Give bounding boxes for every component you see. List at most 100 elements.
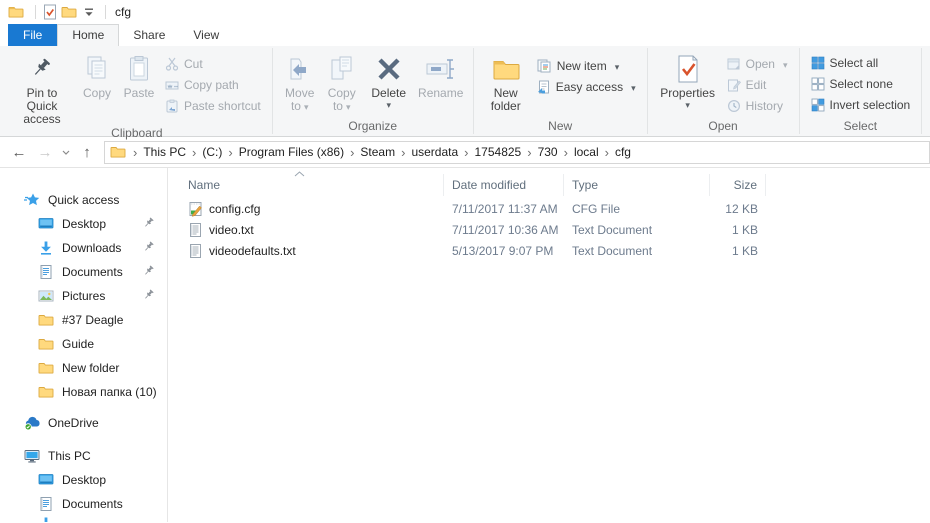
move-to-icon xyxy=(286,51,314,87)
paste-shortcut-icon xyxy=(165,99,179,113)
breadcrumb-chevron[interactable]: › xyxy=(524,142,534,163)
new-folder-button[interactable]: New folder xyxy=(480,49,532,113)
column-header-date-modified[interactable]: Date modified xyxy=(444,174,564,196)
titlebar-separator xyxy=(35,5,36,19)
file-row[interactable]: config.cfg 7/11/2017 11:37 AM CFG File 1… xyxy=(178,198,930,219)
breadcrumb-chevron[interactable]: › xyxy=(347,142,357,163)
sidebar-label: Guide xyxy=(62,337,95,351)
properties-icon xyxy=(676,51,700,87)
breadcrumb-chevron[interactable]: › xyxy=(189,142,199,163)
tab-share[interactable]: Share xyxy=(119,24,179,46)
sidebar-item-folder-novaya-papka[interactable]: Новая папка (10) xyxy=(0,380,167,404)
sidebar-label: #37 Deagle xyxy=(62,313,124,327)
desktop-icon xyxy=(38,472,55,488)
file-list: Name Date modified Type Size config.cfg … xyxy=(168,168,930,522)
breadcrumb-730[interactable]: 730 xyxy=(535,145,561,159)
breadcrumb-this-pc[interactable]: This PC xyxy=(140,145,189,159)
select-group-label: Select xyxy=(843,119,878,133)
sidebar-item-pc-desktop[interactable]: Desktop xyxy=(0,468,167,492)
address-bar[interactable]: › This PC › (C:) › Program Files (x86) ›… xyxy=(104,140,930,164)
breadcrumb-chevron[interactable]: › xyxy=(461,142,471,163)
pin-to-quick-access-button[interactable]: Pin to Quick access xyxy=(8,49,76,126)
sidebar-item-desktop[interactable]: Desktop xyxy=(0,212,167,236)
paste-button[interactable]: Paste xyxy=(118,49,160,100)
breadcrumb-cfg[interactable]: cfg xyxy=(612,145,634,159)
tab-view[interactable]: View xyxy=(179,24,233,46)
rename-button[interactable]: Rename xyxy=(415,49,467,100)
breadcrumb-chevron[interactable]: › xyxy=(225,142,235,163)
sidebar-item-documents[interactable]: Documents xyxy=(0,260,167,284)
documents-icon xyxy=(38,496,55,512)
sidebar-item-onedrive[interactable]: OneDrive xyxy=(0,411,167,435)
breadcrumb-chevron[interactable]: › xyxy=(398,142,408,163)
select-none-button[interactable]: Select none xyxy=(806,73,916,94)
forward-button[interactable]: → xyxy=(32,144,58,161)
ribbon-group-new: New folder New item Easy acces xyxy=(474,46,647,136)
tab-home[interactable]: Home xyxy=(57,24,120,46)
paste-icon xyxy=(125,51,153,87)
qat-properties-icon[interactable] xyxy=(43,4,57,20)
sidebar-item-pictures[interactable]: Pictures xyxy=(0,284,167,308)
file-row[interactable]: video.txt 7/11/2017 10:36 AM Text Docume… xyxy=(178,219,930,240)
column-header-type[interactable]: Type xyxy=(564,174,710,196)
breadcrumb-userdata[interactable]: userdata xyxy=(408,145,461,159)
sidebar-item-folder-new-folder[interactable]: New folder xyxy=(0,356,167,380)
up-button[interactable]: ↑ xyxy=(74,144,100,161)
paste-shortcut-button[interactable]: Paste shortcut xyxy=(160,95,266,116)
address-bar-row: ← → ↑ › This PC › (C:) › Program Files (… xyxy=(0,137,930,168)
breadcrumb-local[interactable]: local xyxy=(571,145,602,159)
copy-button[interactable]: Copy xyxy=(76,49,118,100)
history-button[interactable]: History xyxy=(722,95,793,116)
sidebar-label: Desktop xyxy=(62,217,107,231)
edit-button[interactable]: Edit xyxy=(722,74,793,95)
pin-icon xyxy=(143,265,155,277)
breadcrumb-c-drive[interactable]: (C:) xyxy=(199,145,225,159)
properties-button[interactable]: Properties xyxy=(654,49,722,110)
sidebar-item-folder-37-deagle[interactable]: #37 Deagle xyxy=(0,308,167,332)
file-size: 1 KB xyxy=(731,222,758,237)
breadcrumb-chevron[interactable]: › xyxy=(561,142,571,163)
recent-locations-chevron[interactable] xyxy=(58,150,74,155)
sidebar-item-this-pc[interactable]: This PC xyxy=(0,444,167,468)
pictures-icon xyxy=(38,288,55,304)
column-header-size[interactable]: Size xyxy=(710,174,766,196)
sidebar-item-quick-access[interactable]: Quick access xyxy=(0,188,167,212)
tab-file[interactable]: File xyxy=(8,24,58,46)
qat-new-folder-icon[interactable] xyxy=(61,4,77,20)
sidebar-item-pc-documents[interactable]: Documents xyxy=(0,492,167,516)
invert-selection-button[interactable]: Invert selection xyxy=(806,94,916,115)
new-item-button[interactable]: New item xyxy=(532,55,641,76)
breadcrumb-chevron[interactable]: › xyxy=(130,142,140,163)
copy-icon xyxy=(83,51,111,87)
ribbon-group-organize: Move to Copy to Delete xyxy=(273,46,473,136)
column-header-name[interactable]: Name xyxy=(178,174,444,196)
copy-path-button[interactable]: Copy path xyxy=(160,74,266,95)
new-folder-icon xyxy=(491,51,521,87)
new-item-icon xyxy=(537,59,552,73)
file-name: videodefaults.txt xyxy=(209,243,296,258)
sidebar-item-pc-downloads-partial[interactable] xyxy=(0,516,167,522)
folder-icon xyxy=(38,312,55,328)
open-button[interactable]: Open xyxy=(722,53,793,74)
explorer-window-icon xyxy=(8,4,24,20)
select-all-button[interactable]: Select all xyxy=(806,52,916,73)
move-to-button[interactable]: Move to xyxy=(279,49,321,114)
back-button[interactable]: ← xyxy=(6,144,32,161)
breadcrumb-program-files[interactable]: Program Files (x86) xyxy=(236,145,347,159)
delete-button[interactable]: Delete xyxy=(363,49,415,110)
sidebar-label: This PC xyxy=(48,449,91,463)
file-name: video.txt xyxy=(209,222,254,237)
cut-button[interactable]: Cut xyxy=(160,53,266,74)
sidebar-item-downloads[interactable]: Downloads xyxy=(0,236,167,260)
downloads-icon xyxy=(38,240,55,256)
file-row[interactable]: videodefaults.txt 5/13/2017 9:07 PM Text… xyxy=(178,240,930,261)
breadcrumb-userid[interactable]: 1754825 xyxy=(472,145,525,159)
breadcrumb-chevron[interactable]: › xyxy=(602,142,612,163)
qat-customize-icon[interactable] xyxy=(84,7,94,17)
copy-path-label: Copy path xyxy=(184,77,239,92)
copy-to-button[interactable]: Copy to xyxy=(321,49,363,114)
easy-access-button[interactable]: Easy access xyxy=(532,76,641,97)
navigation-pane: Quick access Desktop Downloads Documents… xyxy=(0,168,168,522)
sidebar-item-folder-guide[interactable]: Guide xyxy=(0,332,167,356)
breadcrumb-steam[interactable]: Steam xyxy=(357,145,398,159)
